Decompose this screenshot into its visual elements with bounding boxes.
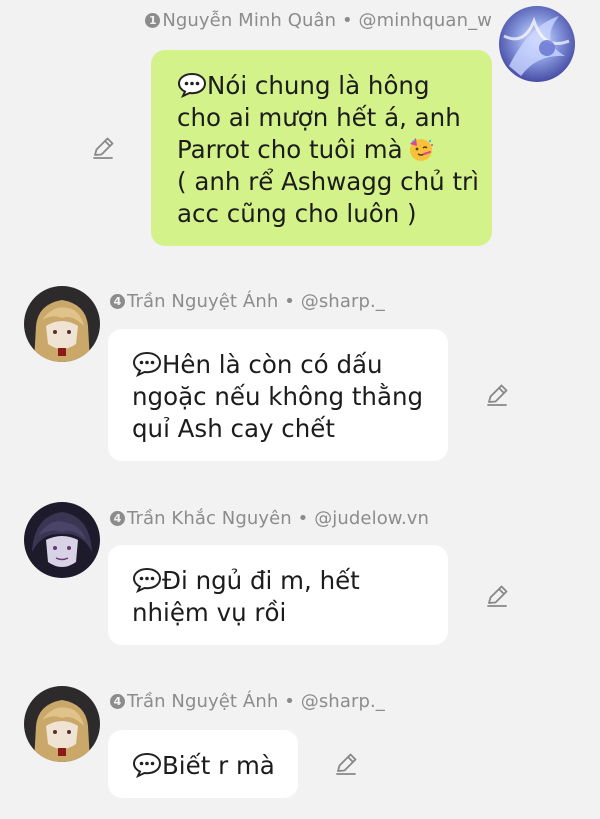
message-row-other: 4 Trần Nguyệt Ánh • @sharp._ Biết r mà [0,681,600,819]
sender-handle[interactable]: @minhquan_w [359,10,492,31]
sender-handle[interactable]: @sharp._ [301,291,385,312]
partying-face-emoji [407,135,435,163]
separator: • [342,10,353,31]
edit-icon[interactable] [484,583,510,609]
message-row-other: 4 Trần Nguyệt Ánh • @sharp._ Hên là còn c… [0,280,600,470]
rank-badge: 4 [110,694,125,709]
sender-meta: 4 Trần Nguyệt Ánh • @sharp._ [110,291,385,312]
message-line: Nói chung là hông [177,70,470,102]
sender-name[interactable]: Trần Khắc Nguyên [127,508,292,529]
speech-balloon-emoji [132,351,162,377]
message-line: cho ai mượn hết á, anh [177,103,461,132]
avatar[interactable] [24,502,100,578]
message-line: nhiệm vụ rồi [132,598,287,627]
message-bubble[interactable]: Biết r mà [108,730,298,798]
sender-name[interactable]: Trần Nguyệt Ánh [127,291,278,312]
separator: • [284,291,295,312]
message-line: Hên là còn có dấu [132,349,426,381]
rank-badge: 4 [110,294,125,309]
message-row-other: 4 Trần Khắc Nguyên • @judelow.vn Đi ngủ đ… [0,497,600,657]
sender-name[interactable]: Nguyễn Minh Quân [162,10,336,31]
sender-meta: 1 Nguyễn Minh Quân • @minhquan_w [145,10,492,31]
sender-handle[interactable]: @judelow.vn [314,508,429,529]
separator: • [284,691,295,712]
message-line: Biết r mà [132,750,276,782]
avatar[interactable] [24,686,100,762]
message-line: Parrot cho tuôi mà [177,134,470,166]
edit-icon[interactable] [90,135,116,161]
message-line: acc cũng cho luôn ) [177,199,417,228]
rank-badge: 4 [110,511,125,526]
message-row-self: 1 Nguyễn Minh Quân • @minhquan_w Nói chu… [0,0,600,260]
sender-handle[interactable]: @sharp._ [301,691,385,712]
speech-balloon-emoji [132,752,162,778]
edit-icon[interactable] [333,751,359,777]
edit-icon[interactable] [484,382,510,408]
message-bubble[interactable]: Hên là còn có dấu ngoặc nếu không thằng … [108,329,448,461]
message-bubble[interactable]: Đi ngủ đi m, hết nhiệm vụ rồi [108,545,448,645]
rank-badge: 1 [145,13,161,28]
message-bubble[interactable]: Nói chung là hông cho ai mượn hết á, anh… [151,50,492,246]
sender-name[interactable]: Trần Nguyệt Ánh [127,691,278,712]
message-line: ( anh rể Ashwagg chủ trì [177,167,479,196]
avatar[interactable] [24,286,100,362]
separator: • [297,508,309,529]
speech-balloon-emoji [177,72,207,98]
message-line: ngoặc nếu không thằng [132,382,424,411]
message-line: quỉ Ash cay chết [132,414,335,443]
sender-meta: 4 Trần Nguyệt Ánh • @sharp._ [110,691,385,712]
message-line: Đi ngủ đi m, hết [132,565,426,597]
speech-balloon-emoji [132,567,162,593]
avatar[interactable] [499,6,575,82]
sender-meta: 4 Trần Khắc Nguyên • @judelow.vn [110,508,429,529]
